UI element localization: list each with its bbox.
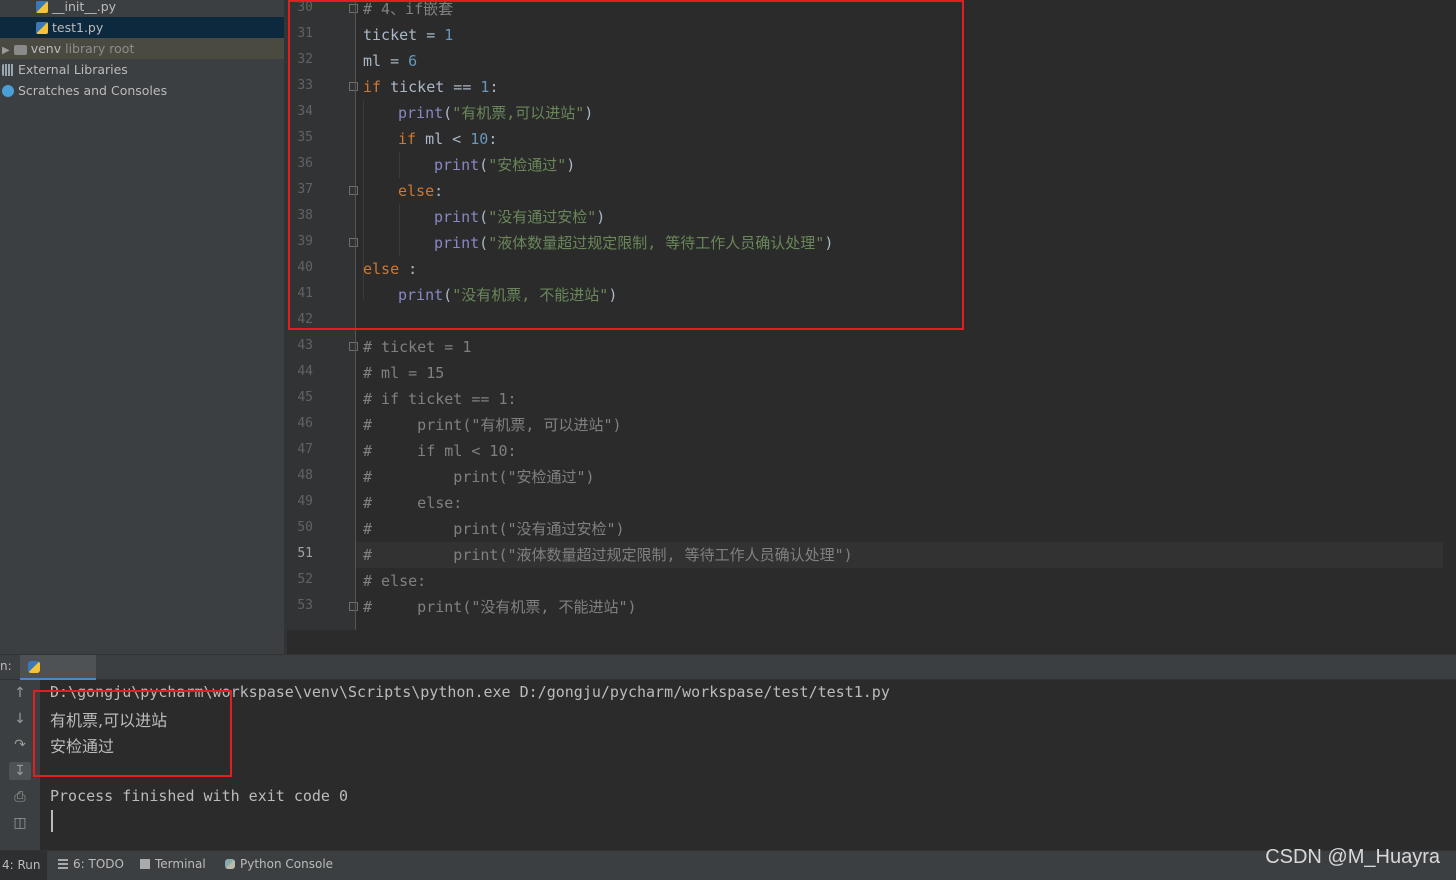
print-icon[interactable]: ⎙: [9, 788, 31, 806]
python-icon: [28, 661, 40, 673]
console-exit-message: Process finished with exit code 0: [50, 787, 349, 805]
tree-item-label: test1.py: [52, 20, 104, 35]
ide-window: __init__.py test1.py ▶ venv library root …: [0, 0, 1456, 880]
code-line-43: # ticket = 1: [363, 338, 472, 356]
soft-wrap-icon[interactable]: ↷: [9, 736, 31, 754]
line-number: 50: [297, 520, 313, 535]
line-number: 45: [297, 390, 313, 405]
tree-item-external-libraries[interactable]: External Libraries: [0, 59, 286, 80]
tool-window-bar: 4: Run 6: TODO Terminal Python Console: [0, 850, 1456, 880]
project-tree: __init__.py test1.py ▶ venv library root …: [0, 0, 320, 654]
run-tab-bar: n: test1×: [0, 654, 1456, 698]
code-line-53: # print("没有机票, 不能进站"): [363, 598, 637, 616]
editor-scrollbar[interactable]: [1443, 0, 1456, 630]
trash-icon[interactable]: ◫: [9, 814, 31, 832]
fold-marker-icon[interactable]: [349, 602, 358, 611]
annotation-box-code: [288, 0, 964, 330]
code-line-50: # print("没有通过安检"): [363, 520, 625, 538]
text-cursor: [51, 810, 53, 832]
tree-item-label: Scratches and Consoles: [18, 83, 168, 98]
line-number: 47: [297, 442, 313, 457]
tree-item-scratches[interactable]: Scratches and Consoles: [0, 80, 286, 101]
code-line-52: # else:: [363, 572, 427, 590]
code-line-47: # if ml < 10:: [363, 442, 517, 460]
list-icon: [58, 859, 68, 869]
tree-item-label: venv: [30, 41, 62, 56]
scratches-icon: [2, 85, 14, 97]
tool-todo-button[interactable]: 6: TODO: [58, 857, 124, 871]
tool-python-console-label: Python Console: [240, 857, 334, 871]
arrow-up-icon[interactable]: ↑: [9, 684, 31, 702]
code-line-46: # print("有机票, 可以进站"): [363, 416, 622, 434]
tree-item-init-py[interactable]: __init__.py: [0, 0, 320, 17]
scroll-to-end-icon[interactable]: ↧: [9, 762, 31, 780]
line-number: 46: [297, 416, 313, 431]
tree-item-venv[interactable]: ▶ venv library root: [0, 38, 286, 59]
run-tab-test1[interactable]: test1×: [20, 655, 96, 698]
line-number: 52: [297, 572, 313, 587]
annotation-box-output: [33, 690, 232, 777]
watermark: CSDN @M_Huayra: [1265, 846, 1440, 868]
folder-icon: [13, 45, 27, 55]
tree-item-test1-py[interactable]: test1.py: [0, 17, 320, 38]
run-console[interactable]: D:\gongju\pycharm\workspase\venv\Scripts…: [40, 680, 1456, 850]
line-number: 53: [297, 598, 313, 613]
code-line-51: # print("液体数量超过规定限制, 等待工作人员确认处理"): [363, 546, 853, 564]
run-panel-label: n:: [0, 659, 12, 673]
library-root-label: library root: [65, 41, 135, 56]
line-number: 49: [297, 494, 313, 509]
python-file-icon: [36, 1, 48, 13]
tool-terminal-button[interactable]: Terminal: [140, 857, 206, 871]
code-line-44: # ml = 15: [363, 364, 445, 382]
tool-todo-label: 6: TODO: [73, 857, 124, 871]
terminal-icon: [140, 859, 150, 869]
tree-item-label: __init__.py: [52, 0, 117, 14]
tool-python-console-button[interactable]: Python Console: [225, 857, 333, 871]
tool-terminal-label: Terminal: [155, 857, 206, 871]
code-line-49: # else:: [363, 494, 463, 512]
fold-marker-icon[interactable]: [349, 342, 358, 351]
tree-item-label: External Libraries: [18, 62, 128, 77]
code-line-48: # print("安检通过"): [363, 468, 595, 486]
line-number: 48: [297, 468, 313, 483]
code-line-45: # if ticket == 1:: [363, 390, 517, 408]
line-number-current: 51: [297, 546, 313, 561]
libraries-icon: [2, 64, 14, 76]
line-number: 43: [297, 338, 313, 353]
tool-run-label: 4: Run: [2, 858, 41, 872]
expand-arrow-icon[interactable]: ▶: [2, 45, 10, 56]
tool-run-button[interactable]: 4: Run: [0, 851, 47, 880]
arrow-down-icon[interactable]: ↓: [9, 710, 31, 728]
python-console-icon: [225, 859, 235, 869]
line-number: 44: [297, 364, 313, 379]
python-file-icon: [36, 22, 48, 34]
